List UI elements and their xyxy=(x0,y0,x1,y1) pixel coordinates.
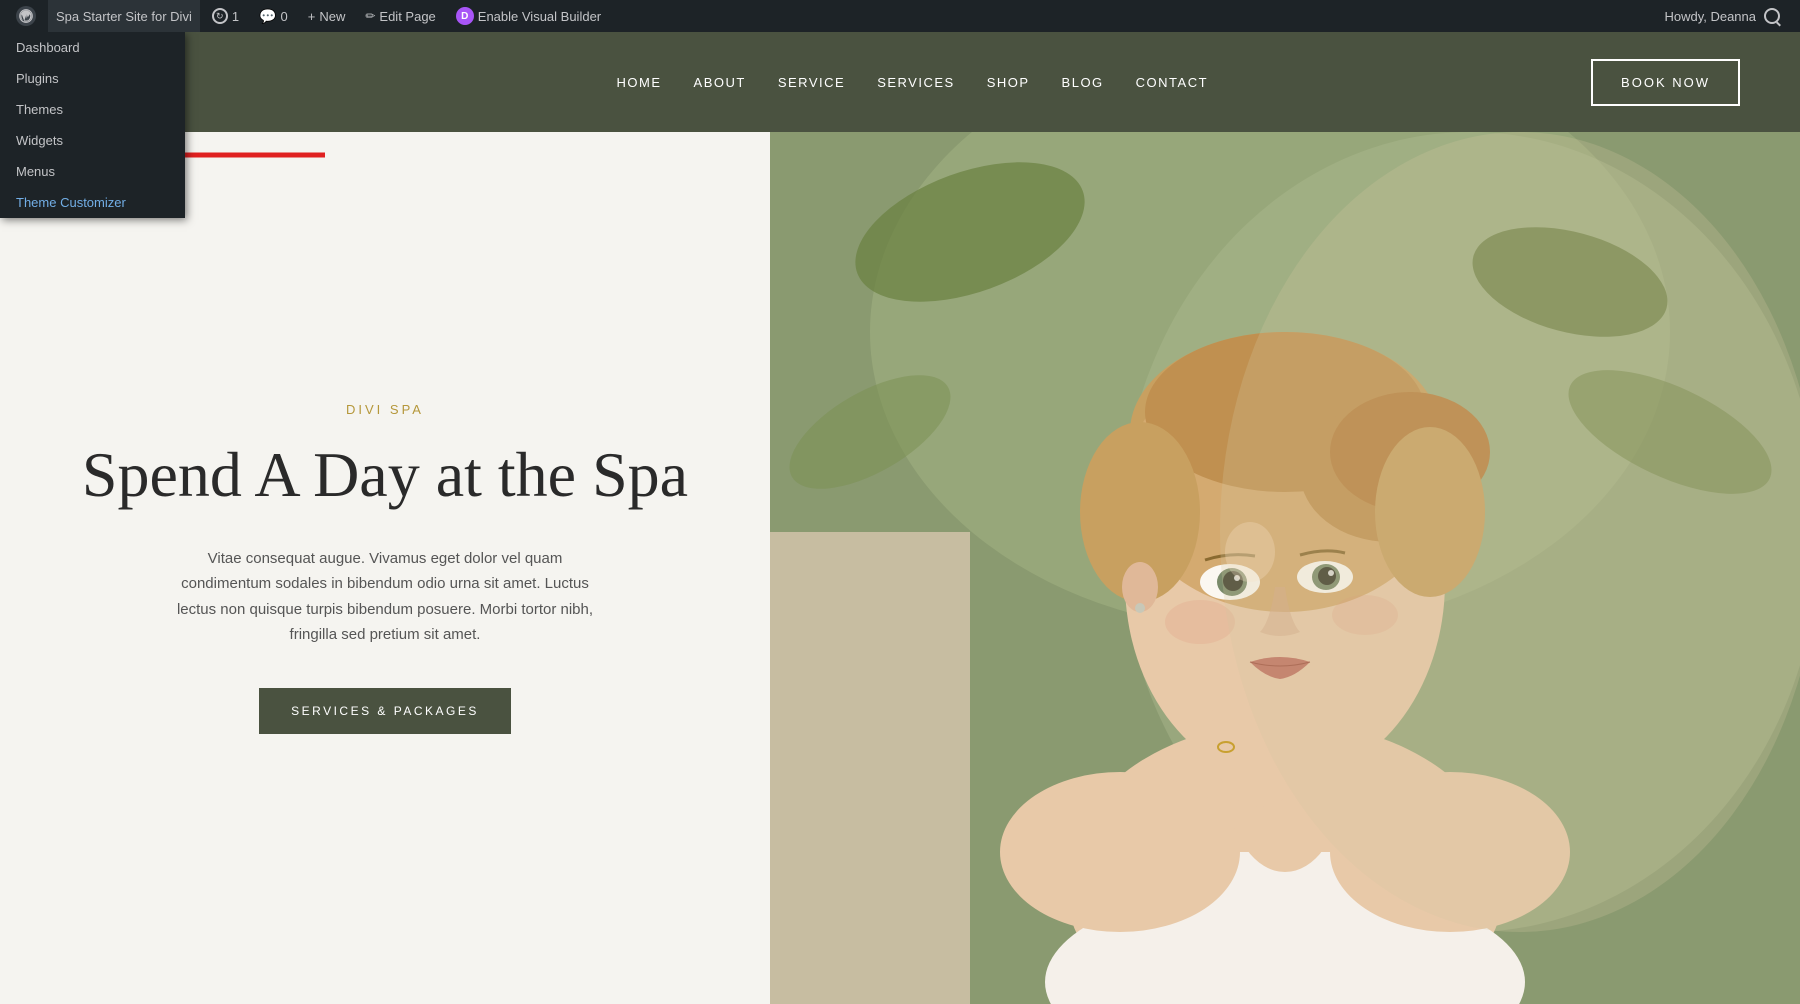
spa-title: Spend A Day at the Spa xyxy=(82,437,688,514)
nav-contact[interactable]: CONTACT xyxy=(1136,75,1208,90)
site-name-label: Spa Starter Site for Divi xyxy=(56,9,192,24)
dropdown-theme-customizer[interactable]: Theme Customizer xyxy=(0,187,185,218)
divi-item[interactable]: D Enable Visual Builder xyxy=(448,0,609,32)
nav-home[interactable]: HOME xyxy=(617,75,662,90)
greeting-label: Howdy, Deanna xyxy=(1664,9,1756,24)
plus-icon: + xyxy=(308,9,316,24)
dropdown-plugins[interactable]: Plugins xyxy=(0,63,185,94)
enable-visual-builder-label: Enable Visual Builder xyxy=(478,9,601,24)
comments-item[interactable]: 💬 0 xyxy=(251,0,296,32)
admin-bar: Spa Starter Site for Divi ↻ 1 💬 0 + New … xyxy=(0,0,1800,32)
pencil-icon: ✏ xyxy=(365,9,375,23)
updates-icon: ↻ xyxy=(212,8,228,24)
nav-about[interactable]: ABOUT xyxy=(694,75,746,90)
dropdown-dashboard[interactable]: Dashboard xyxy=(0,32,185,63)
spa-subtitle: DIVI SPA xyxy=(346,402,424,417)
dropdown-menu: Dashboard Plugins Themes Widgets Menus T… xyxy=(0,32,185,218)
comment-count: 0 xyxy=(281,9,288,24)
divi-icon: D xyxy=(456,7,474,25)
edit-page-item[interactable]: ✏ Edit Page xyxy=(357,0,443,32)
admin-search-icon[interactable] xyxy=(1764,8,1780,24)
dropdown-menus[interactable]: Menus xyxy=(0,156,185,187)
arrow-annotation xyxy=(170,140,330,175)
nav-service[interactable]: SERVICE xyxy=(778,75,845,90)
book-now-button[interactable]: BOOK NOW xyxy=(1591,59,1740,106)
dropdown-themes[interactable]: Themes xyxy=(0,94,185,125)
edit-page-label: Edit Page xyxy=(379,9,435,24)
wp-logo-icon xyxy=(16,6,36,26)
update-count: 1 xyxy=(232,9,239,24)
new-label: New xyxy=(319,9,345,24)
content-left: DIVI SPA Spend A Day at the Spa Vitae co… xyxy=(0,132,770,1004)
nav-services[interactable]: SERVICES xyxy=(877,75,955,90)
admin-bar-right: Howdy, Deanna xyxy=(1664,8,1792,24)
nav-blog[interactable]: BLOG xyxy=(1062,75,1104,90)
nav-shop[interactable]: SHOP xyxy=(987,75,1030,90)
content-right-photo xyxy=(770,132,1800,1004)
site-name-item[interactable]: Spa Starter Site for Divi xyxy=(48,0,200,32)
spa-description: Vitae consequat augue. Vivamus eget dolo… xyxy=(175,546,595,648)
comment-icon: 💬 xyxy=(259,8,276,25)
photo-background xyxy=(770,132,1800,1004)
wp-logo-item[interactable] xyxy=(8,0,44,32)
services-packages-button[interactable]: SERVICES & PACKAGES xyxy=(259,688,511,734)
site-header: D divi HOME ABOUT SERVICE SERVICES SHOP … xyxy=(0,32,1800,132)
site-nav: HOME ABOUT SERVICE SERVICES SHOP BLOG CO… xyxy=(234,75,1591,90)
updates-item[interactable]: ↻ 1 xyxy=(204,0,247,32)
main-content: DIVI SPA Spend A Day at the Spa Vitae co… xyxy=(0,132,1800,1004)
dropdown-widgets[interactable]: Widgets xyxy=(0,125,185,156)
new-item[interactable]: + New xyxy=(300,0,354,32)
